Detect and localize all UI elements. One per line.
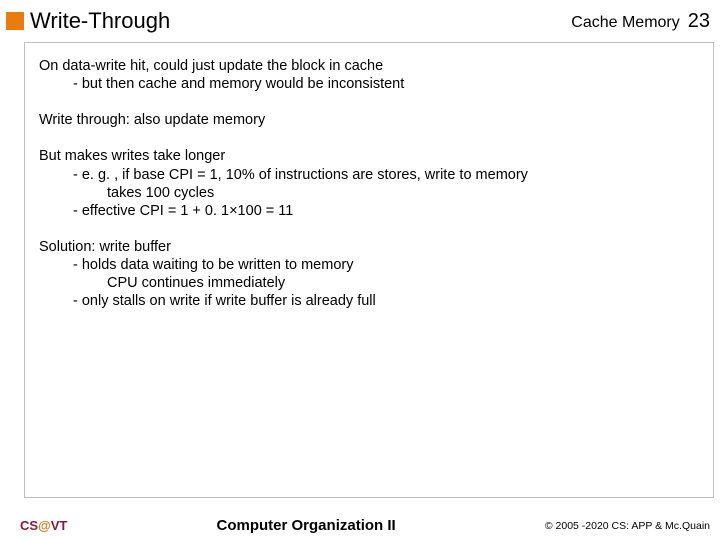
footer-course: Computer Organization II bbox=[67, 517, 544, 534]
slide-number: 23 bbox=[688, 10, 710, 33]
text-line: But makes writes take longer bbox=[39, 147, 695, 165]
text-line: Solution: write buffer bbox=[39, 238, 695, 256]
bullet-line: - holds data waiting to be written to me… bbox=[39, 256, 695, 274]
paragraph: But makes writes take longer - e. g. , i… bbox=[39, 147, 695, 220]
paragraph: Write through: also update memory bbox=[39, 111, 695, 129]
text-line: Write through: also update memory bbox=[39, 111, 695, 129]
header-left: Write-Through bbox=[6, 8, 170, 34]
bullet-continuation: takes 100 cycles bbox=[39, 184, 695, 202]
text-line: On data-write hit, could just update the… bbox=[39, 57, 695, 75]
footer-cs: CS bbox=[20, 518, 38, 533]
accent-square-icon bbox=[6, 12, 24, 30]
footer-vt: VT bbox=[51, 518, 68, 533]
header-right: Cache Memory 23 bbox=[571, 10, 710, 33]
bullet-line: - but then cache and memory would be inc… bbox=[39, 75, 695, 93]
bullet-line: - only stalls on write if write buffer i… bbox=[39, 292, 695, 310]
paragraph: Solution: write buffer - holds data wait… bbox=[39, 238, 695, 311]
footer-at: @ bbox=[38, 518, 51, 533]
slide-footer: CS@VT Computer Organization II © 2005 -2… bbox=[0, 517, 720, 534]
slide-topic: Cache Memory bbox=[571, 14, 679, 32]
slide-body: On data-write hit, could just update the… bbox=[24, 42, 714, 498]
bullet-line: - e. g. , if base CPI = 1, 10% of instru… bbox=[39, 166, 695, 184]
paragraph: On data-write hit, could just update the… bbox=[39, 57, 695, 93]
bullet-continuation: CPU continues immediately bbox=[39, 274, 695, 292]
footer-logo: CS@VT bbox=[20, 518, 67, 533]
footer-copyright: © 2005 -2020 CS: APP & Mc.Quain bbox=[545, 520, 710, 532]
bullet-line: - effective CPI = 1 + 0. 1×100 = 11 bbox=[39, 202, 695, 220]
slide-title: Write-Through bbox=[30, 8, 170, 34]
slide-header: Write-Through Cache Memory 23 bbox=[0, 0, 720, 40]
